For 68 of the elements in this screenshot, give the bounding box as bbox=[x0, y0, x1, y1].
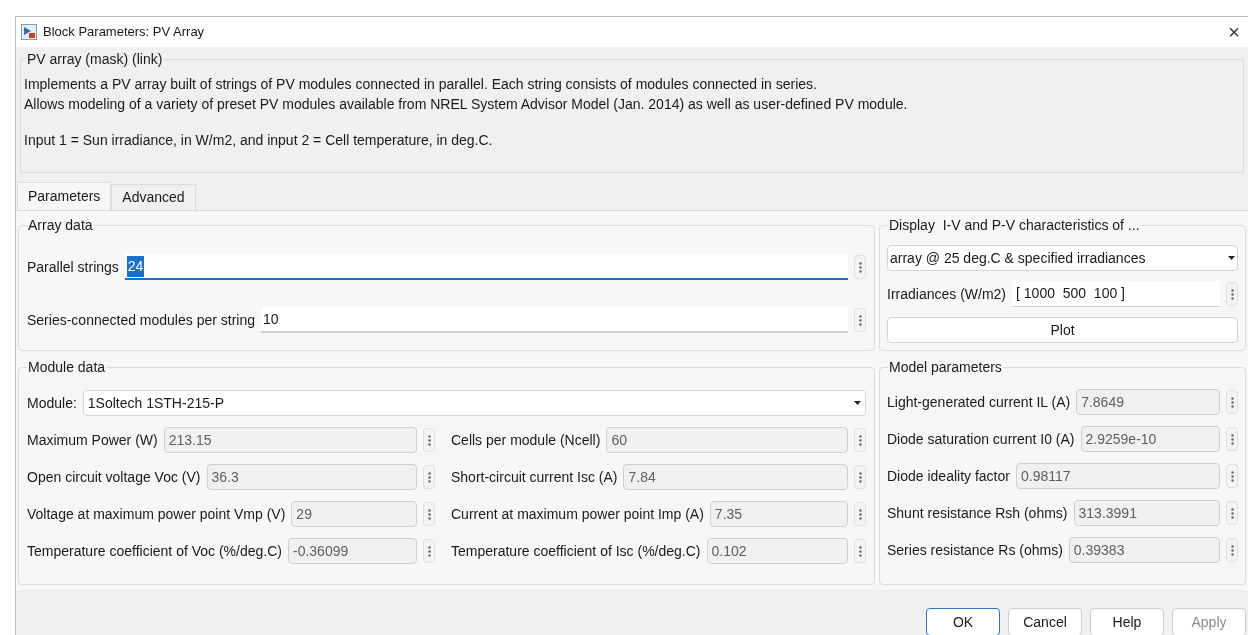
more-options-button[interactable] bbox=[1226, 501, 1238, 525]
field-label: Diode saturation current I0 (A) bbox=[887, 429, 1075, 449]
tab[interactable]: Advanced bbox=[111, 184, 196, 210]
vertical-dots-icon bbox=[1230, 544, 1234, 556]
dialog-button[interactable]: Help bbox=[1090, 608, 1164, 635]
vertical-dots-icon bbox=[1230, 396, 1234, 408]
more-options-button[interactable] bbox=[1226, 282, 1238, 306]
module-dropdown[interactable]: 1Soltech 1STH-215-P bbox=[82, 390, 866, 416]
field-label: Voltage at maximum power point Vmp (V) bbox=[27, 504, 286, 524]
field-label: Temperature coefficient of Voc (%/deg.C) bbox=[27, 541, 282, 561]
vertical-dots-icon bbox=[858, 471, 862, 483]
vertical-dots-icon bbox=[858, 508, 862, 520]
description-text: Input 1 = Sun irradiance, in W/m2, and input 2 = Cell temperature, in deg.C. bbox=[24, 131, 494, 150]
dropdown-caret-icon bbox=[1228, 256, 1235, 260]
more-options-button[interactable] bbox=[423, 539, 435, 563]
field-label: Series-connected modules per string bbox=[27, 310, 255, 330]
field-label: Shunt resistance Rsh (ohms) bbox=[887, 503, 1068, 523]
vertical-dots-icon bbox=[1230, 433, 1234, 445]
field-label: Light-generated current IL (A) bbox=[887, 392, 1071, 412]
field-label: Series resistance Rs (ohms) bbox=[887, 540, 1063, 560]
field-label: Diode ideality factor bbox=[887, 466, 1010, 486]
dialog-button[interactable]: Cancel bbox=[1008, 608, 1082, 635]
close-button[interactable]: × bbox=[1224, 22, 1244, 42]
vertical-dots-icon bbox=[427, 508, 431, 520]
vertical-dots-icon bbox=[1230, 470, 1234, 482]
vertical-dots-icon bbox=[858, 314, 862, 326]
field-label: Open circuit voltage Voc (V) bbox=[27, 467, 201, 487]
input-field[interactable]: 24 bbox=[124, 254, 848, 280]
more-options-button[interactable] bbox=[1226, 538, 1238, 562]
input-field[interactable]: 10 bbox=[261, 307, 848, 333]
vertical-dots-icon bbox=[427, 545, 431, 557]
more-options-button[interactable] bbox=[1226, 390, 1238, 414]
field-label: Parallel strings bbox=[27, 257, 119, 277]
field-label: Maximum Power (W) bbox=[27, 430, 158, 450]
more-options-button[interactable] bbox=[1226, 464, 1238, 488]
more-options-button[interactable] bbox=[854, 255, 866, 279]
vertical-dots-icon bbox=[858, 434, 862, 446]
more-options-button[interactable] bbox=[854, 308, 866, 332]
more-options-button[interactable] bbox=[854, 428, 866, 452]
more-options-button[interactable] bbox=[854, 465, 866, 489]
more-options-button[interactable] bbox=[854, 502, 866, 526]
dropdown-caret-icon bbox=[854, 401, 861, 405]
display-dropdown[interactable]: array @ 25 deg.C & specified irradiances bbox=[887, 245, 1238, 271]
dialog-button[interactable]: OK bbox=[926, 608, 1000, 635]
field-label: Cells per module (Ncell) bbox=[451, 430, 601, 450]
more-options-button[interactable] bbox=[1226, 427, 1238, 451]
description-text: Allows modeling of a variety of preset PV modules available from NREL System Advisor Model (Jan. 2014) as well as user-defined PV module. bbox=[24, 95, 909, 114]
plot-button[interactable]: Plot bbox=[887, 317, 1238, 343]
vertical-dots-icon bbox=[1230, 288, 1234, 300]
vertical-dots-icon bbox=[1230, 507, 1234, 519]
vertical-dots-icon bbox=[427, 434, 431, 446]
vertical-dots-icon bbox=[427, 471, 431, 483]
field-label: Current at maximum power point Imp (A) bbox=[451, 504, 704, 524]
description-text: Implements a PV array built of strings of PV modules connected in parallel. Each string consists of modules connected in series. bbox=[24, 75, 818, 94]
vertical-dots-icon bbox=[858, 261, 862, 273]
more-options-button[interactable] bbox=[423, 465, 435, 489]
window-title: Block Parameters: PV Array bbox=[43, 23, 206, 42]
more-options-button[interactable] bbox=[854, 539, 866, 563]
more-options-button[interactable] bbox=[423, 428, 435, 452]
vertical-dots-icon bbox=[858, 545, 862, 557]
field-label: Temperature coefficient of Isc (%/deg.C) bbox=[451, 541, 701, 561]
field-label: Module: bbox=[27, 393, 77, 413]
tab[interactable]: Parameters bbox=[17, 182, 112, 210]
more-options-button[interactable] bbox=[423, 502, 435, 526]
input-field[interactable]: [ 1000 500 100 ] bbox=[1012, 281, 1220, 307]
field-label: Irradiances (W/m2) bbox=[887, 284, 1007, 304]
field-label: Short-circuit current Isc (A) bbox=[451, 467, 618, 487]
app-icon bbox=[21, 24, 37, 40]
